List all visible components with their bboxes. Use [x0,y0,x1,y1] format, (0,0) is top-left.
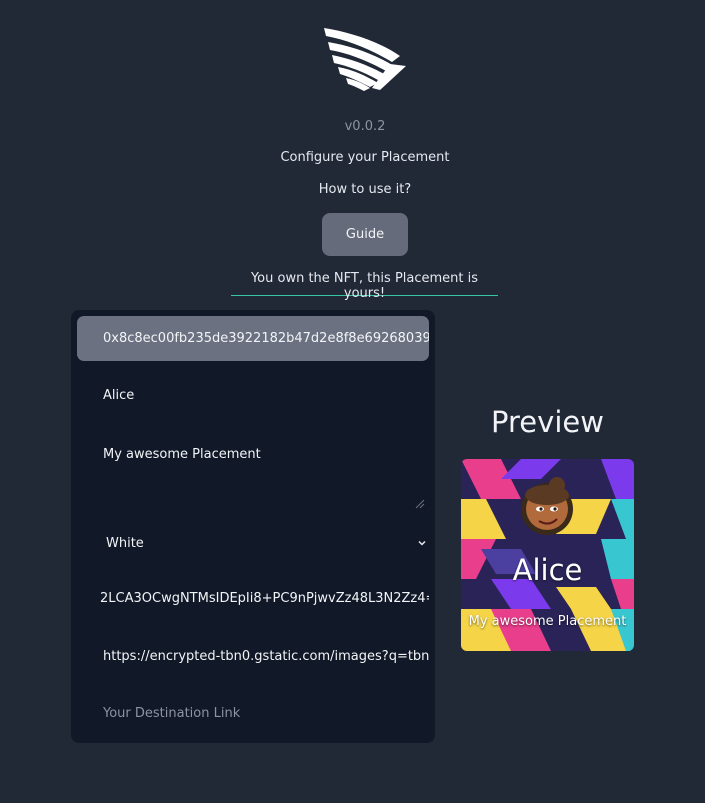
description-textarea[interactable]: My awesome Placement [77,437,429,509]
image-url-value: https://encrypted-tbn0.gstatic.com/image… [103,649,429,664]
name-value: Alice [103,388,135,403]
name-input[interactable]: Alice [77,386,429,406]
destination-link-input[interactable]: Your Destination Link [77,704,429,724]
text-color-value: White [106,536,144,551]
card-description: My awesome Placement [468,614,627,629]
placement-form: 0x8c8ec00fb235de3922182b47d2e8f8e6926803… [71,310,435,743]
text-color-select[interactable]: White [77,528,429,560]
guide-button[interactable]: Guide [322,213,408,256]
ownership-message: You own the NFT, this Placement is yours… [231,271,498,301]
chevron-down-icon [418,540,426,546]
card-name: Alice [512,553,583,587]
address-value: 0x8c8ec00fb235de3922182b47d2e8f8e6926803… [103,331,429,346]
svg-data-value: 2LCA3OCwgNTMsIDEpIi8+PC9nPjwvZz48L3N2Zz4… [100,591,429,606]
version-label: v0.0.2 [344,119,386,134]
image-url-input[interactable]: https://encrypted-tbn0.gstatic.com/image… [77,647,429,667]
page-heading: Configure your Placement [280,150,450,165]
wing-logo-icon [324,28,406,91]
destination-link-placeholder: Your Destination Link [103,706,241,721]
placement-preview-card: Alice My awesome Placement [461,459,634,651]
resize-grip-icon[interactable] [415,499,425,509]
address-input[interactable]: 0x8c8ec00fb235de3922182b47d2e8f8e6926803… [77,316,429,361]
svg-data-input[interactable]: 2LCA3OCwgNTMsIDEpIi8+PC9nPjwvZz48L3N2Zz4… [77,589,429,609]
description-value: My awesome Placement [103,447,261,462]
how-to-use-label: How to use it? [318,182,412,197]
preview-title: Preview [491,405,604,439]
